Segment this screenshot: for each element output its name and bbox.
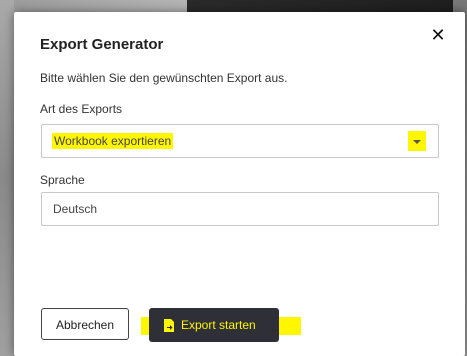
cancel-button[interactable]: Abbrechen [41,308,129,340]
background-left-edge [0,0,14,356]
language-value: Deutsch [53,202,98,216]
export-type-label: Art des Exports [40,102,123,116]
close-button[interactable]: ✕ [429,26,447,44]
instruction-text: Bitte wählen Sie den gewünschten Export … [40,71,288,85]
export-button-label: Export starten [181,318,256,332]
close-icon[interactable]: ✕ [430,25,445,45]
language-field[interactable]: Deutsch [41,192,439,226]
file-export-icon [164,319,174,332]
language-label: Sprache [40,173,85,187]
export-type-select[interactable]: Workbook exportieren [41,124,439,158]
export-start-button[interactable]: Export starten [149,308,279,342]
chevron-down-icon[interactable] [408,131,426,151]
export-type-value: Workbook exportieren [52,133,174,149]
dialog-title: Export Generator [40,36,164,53]
export-dialog: Export Generator ✕ Bitte wählen Sie den … [14,12,465,356]
